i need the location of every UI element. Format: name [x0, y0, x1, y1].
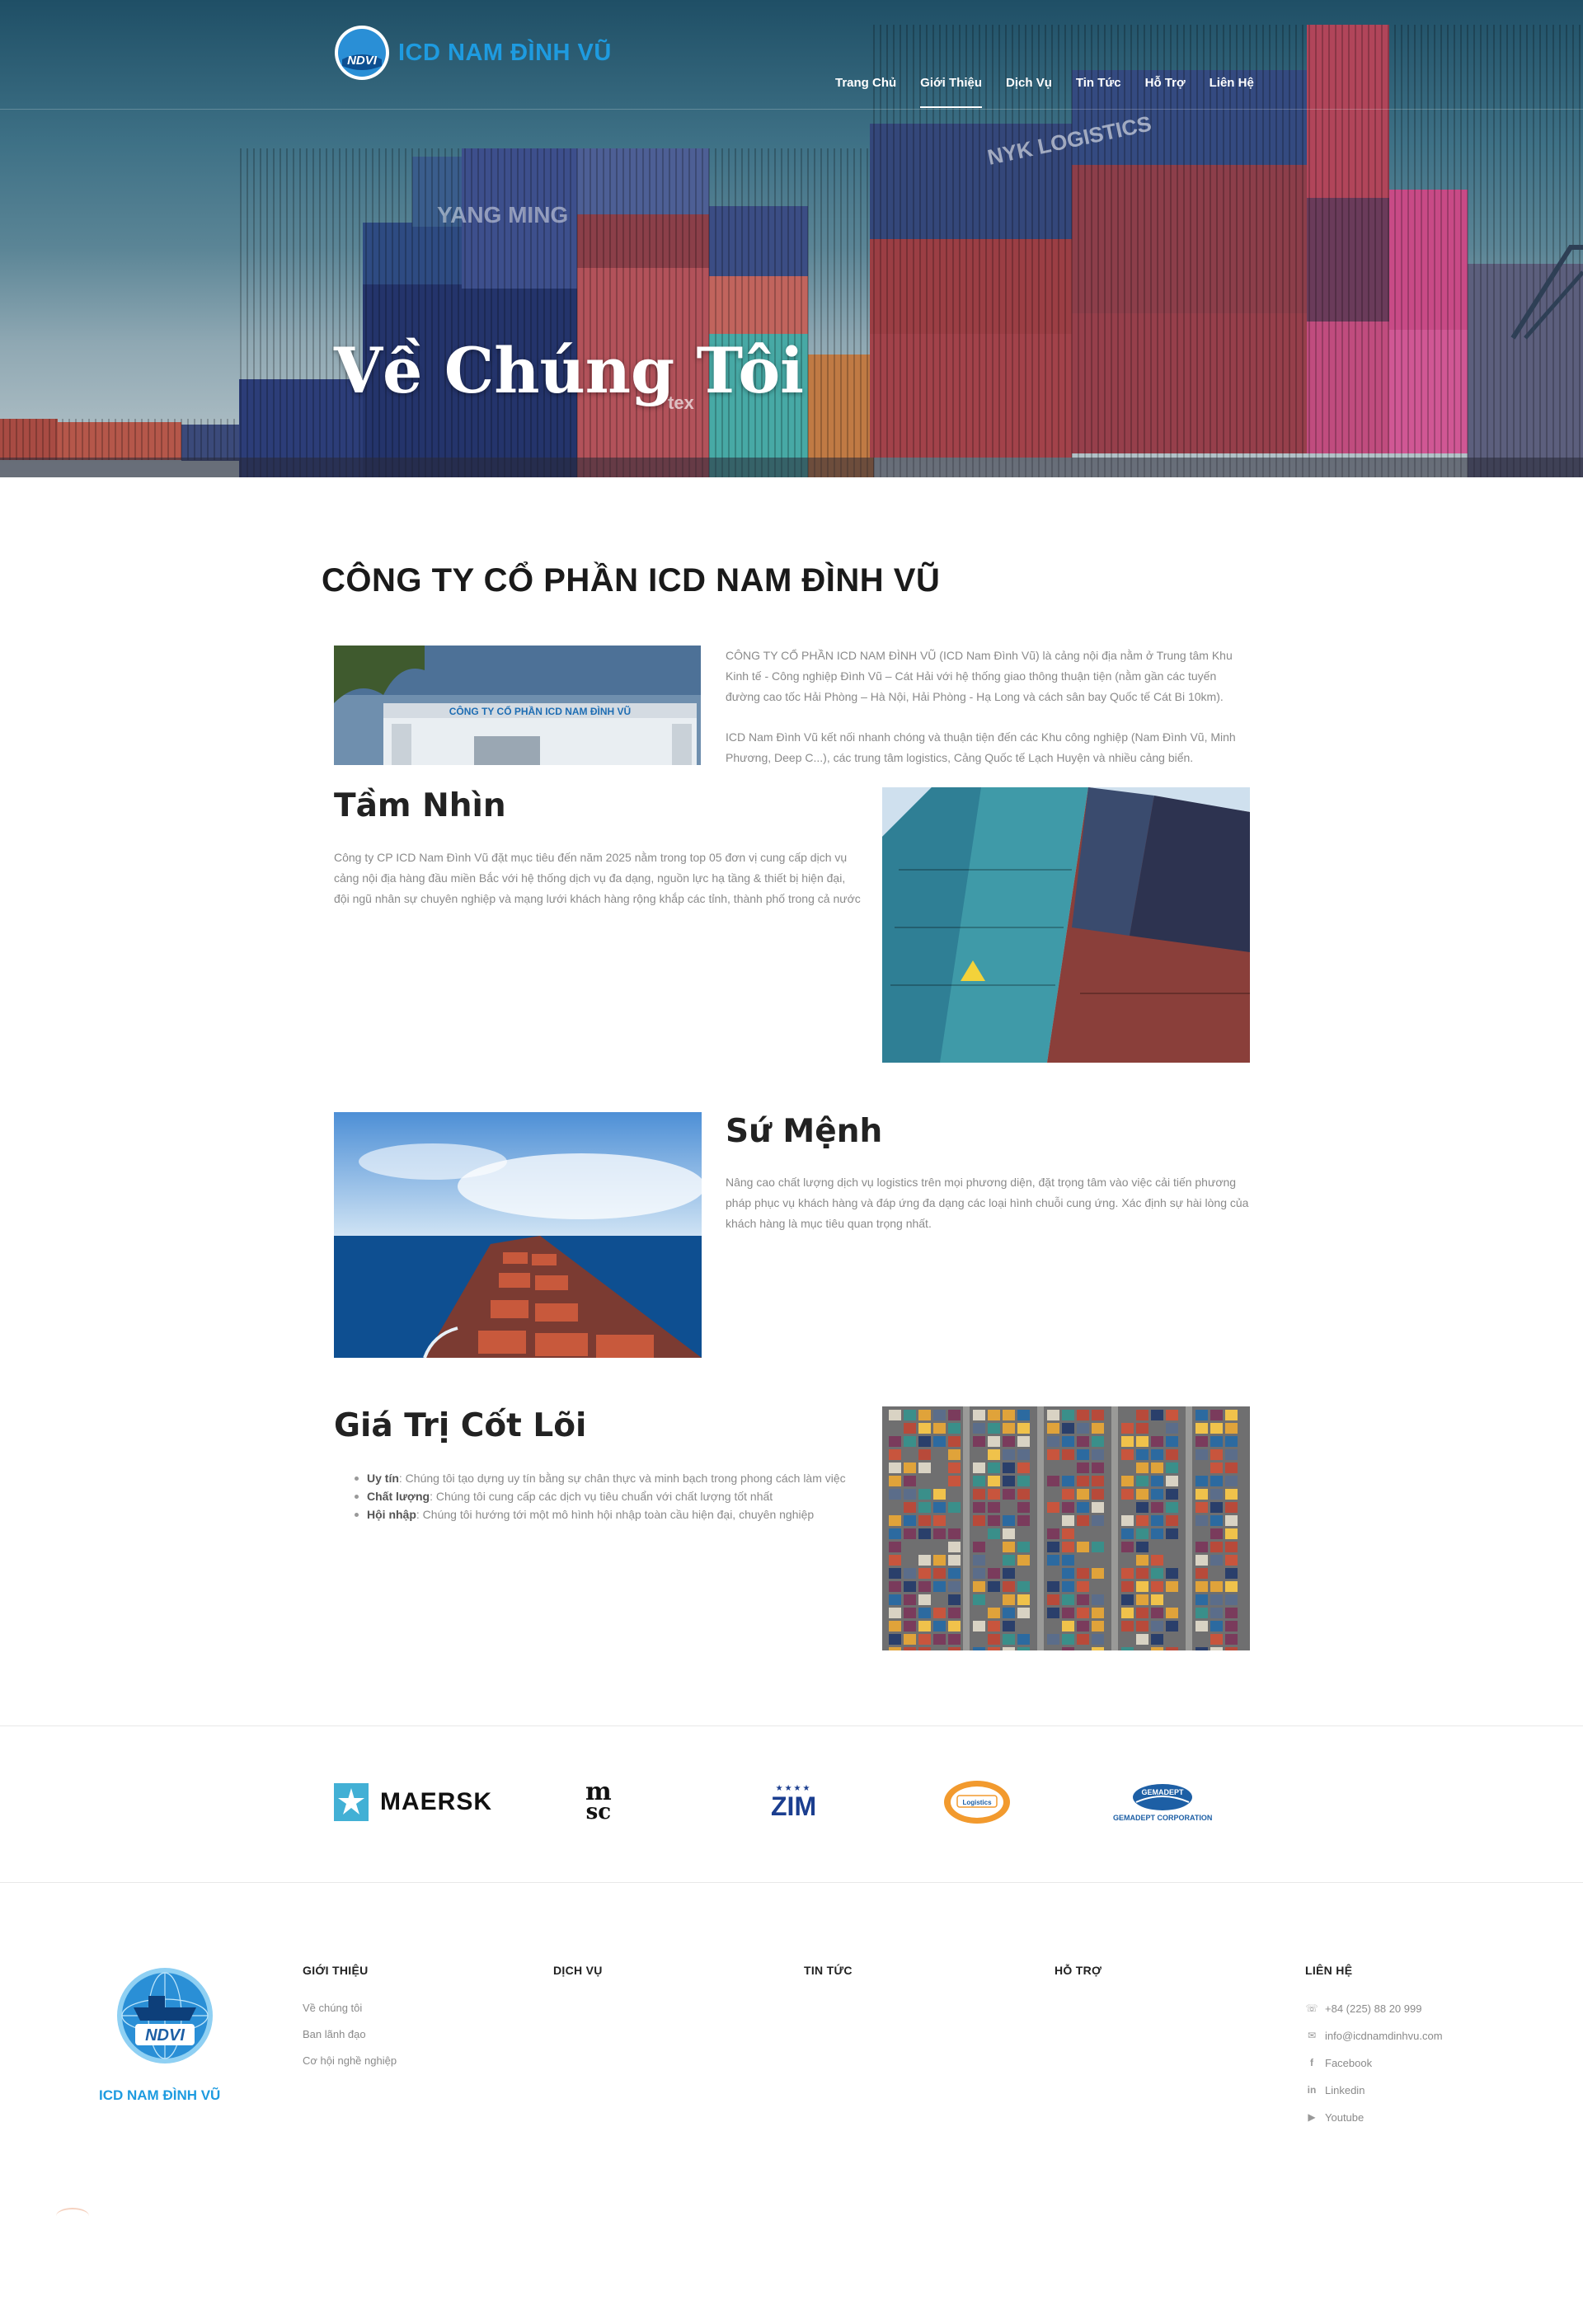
values-title: Giá Trị Cốt Lõi: [334, 1407, 587, 1444]
linkedin-icon: in: [1307, 2084, 1317, 2096]
nav-dich-vu[interactable]: Dịch Vụ: [1006, 76, 1052, 100]
partner-logos: MAERSK m sc ★★★★ ZIM Logistics GEMADEPT …: [0, 1725, 1583, 1883]
vision-title: Tầm Nhìn: [334, 787, 506, 824]
company-intro-text: CÔNG TY CỔ PHẦN ICD NAM ĐÌNH VŨ (ICD Nam…: [726, 646, 1250, 765]
footer-col-gioi-thieu: GIỚI THIỆU Về chúng tôi Ban lãnh đạo Cơ …: [303, 1964, 397, 2081]
footer-link-co-hoi-nghe-nghiep[interactable]: Cơ hội nghề nghiệp: [303, 2054, 397, 2067]
nav-ho-tro[interactable]: Hỗ Trợ: [1145, 76, 1186, 100]
footer-col-title: LIÊN HỆ: [1305, 1964, 1353, 1977]
footer-col-title[interactable]: TIN TỨC: [804, 1964, 853, 1977]
footer-col-dich-vu: DỊCH VỤ: [553, 1964, 603, 2002]
page-title: Về Chúng Tôi: [334, 334, 804, 407]
footer-link-ve-chung-toi[interactable]: Về chúng tôi: [303, 2002, 397, 2014]
company-title: CÔNG TY CỔ PHẦN ICD NAM ĐÌNH VŨ: [322, 562, 941, 599]
maersk-star-icon: [334, 1783, 369, 1821]
intro-paragraph-2: ICD Nam Đình Vũ kết nối nhanh chóng và t…: [726, 730, 1236, 764]
intro-paragraph-1: CÔNG TY CỔ PHẦN ICD NAM ĐÌNH VŨ (ICD Nam…: [726, 649, 1233, 703]
building-sign: CÔNG TY CỔ PHẦN ICD NAM ĐÌNH VŨ: [449, 705, 631, 717]
value-item: Chất lượng: Chúng tôi cung cấp các dịch …: [334, 1487, 862, 1505]
footer-linkedin[interactable]: in Linkedin: [1305, 2083, 1443, 2096]
email-icon: ✉: [1307, 2030, 1317, 2041]
header-divider: [0, 109, 1583, 110]
mission-ship-image: [334, 1112, 702, 1358]
mission-title: Sứ Mệnh: [726, 1113, 883, 1150]
nav-lien-he[interactable]: Liên Hệ: [1210, 76, 1254, 100]
footer-col-tin-tuc: TIN TỨC: [804, 1964, 853, 2002]
header-logo[interactable]: NDVI ICD NAM ĐÌNH VŨ: [334, 25, 612, 81]
vision-containers-image: [882, 787, 1250, 1063]
footer-phone[interactable]: ☏ +84 (225) 88 20 999: [1305, 2002, 1443, 2015]
footer-col-ho-tro: HỖ TRỢ: [1055, 1964, 1102, 2002]
brand-name: ICD NAM ĐÌNH VŨ: [398, 39, 612, 66]
nav-trang-chu[interactable]: Trang Chủ: [835, 76, 896, 100]
footer-col-title[interactable]: DỊCH VỤ: [553, 1964, 603, 1977]
svg-text:Logistics: Logistics: [962, 1799, 992, 1806]
vision-text: Công ty CP ICD Nam Đình Vũ đặt mục tiêu …: [334, 851, 861, 905]
footer-col-lien-he: LIÊN HỆ ☏ +84 (225) 88 20 999 ✉ info@icdna…: [1305, 1964, 1443, 2138]
footer-col-title[interactable]: HỖ TRỢ: [1055, 1964, 1102, 1977]
facebook-icon: f: [1310, 2057, 1313, 2068]
footer-logo[interactable]: NDVI: [115, 1966, 214, 2065]
main-nav: Trang Chủ Giới Thiệu Dịch Vụ Tin Tức Hỗ …: [835, 76, 1278, 108]
scroll-progress-indicator[interactable]: [56, 2208, 89, 2224]
msc-logo[interactable]: m sc: [585, 1777, 612, 1827]
ndvi-logo-icon: NDVI: [335, 26, 389, 80]
nav-gioi-thieu[interactable]: Giới Thiệu: [920, 76, 982, 108]
company-building-image: CÔNG TY CỔ PHẦN ICD NAM ĐÌNH VŨ: [334, 646, 701, 765]
maersk-logo[interactable]: MAERSK: [334, 1777, 492, 1827]
value-item: Uy tín: Chúng tôi tạo dựng uy tín bằng s…: [334, 1469, 862, 1487]
hero-banner: NYK LOGISTICS YANG MING tex NDVI ICD NAM…: [0, 0, 1583, 477]
nav-tin-tuc[interactable]: Tin Tức: [1076, 76, 1121, 100]
youtube-icon: ▶: [1308, 2111, 1316, 2123]
lamnfood-logo[interactable]: Logistics: [942, 1777, 1012, 1827]
footer-logo-text: NDVI: [145, 2026, 185, 2045]
svg-text:GEMADEPT: GEMADEPT: [1142, 1788, 1185, 1796]
gemadept-logo[interactable]: GEMADEPT GEMADEPT CORPORATION: [1113, 1777, 1212, 1827]
footer-brand: ICD NAM ĐÌNH VŨ: [99, 2087, 221, 2103]
footer-link-ban-lanh-dao[interactable]: Ban lãnh đạo: [303, 2028, 397, 2040]
footer-col-title: GIỚI THIỆU: [303, 1964, 369, 1977]
logo-text: NDVI: [347, 54, 378, 68]
lamnfood-circle-icon: Logistics: [944, 1781, 1010, 1824]
zim-logo[interactable]: ★★★★ ZIM: [771, 1777, 816, 1827]
phone-icon: ☏: [1305, 2002, 1318, 2014]
value-item: Hội nhập: Chúng tôi hướng tới một mô hìn…: [334, 1505, 862, 1524]
footer-email[interactable]: ✉ info@icdnamdinhvu.com: [1305, 2029, 1443, 2042]
values-list: Uy tín: Chúng tôi tạo dựng uy tín bằng s…: [334, 1469, 862, 1524]
values-port-aerial-image: [882, 1406, 1250, 1650]
gemadept-badge-icon: GEMADEPT: [1133, 1784, 1193, 1810]
container-label-yangming: YANG MING: [437, 202, 568, 228]
footer-facebook[interactable]: f Facebook: [1305, 2056, 1443, 2069]
footer-youtube[interactable]: ▶ Youtube: [1305, 2110, 1443, 2124]
mission-text: Nâng cao chất lượng dịch vụ logistics tr…: [726, 1176, 1249, 1230]
